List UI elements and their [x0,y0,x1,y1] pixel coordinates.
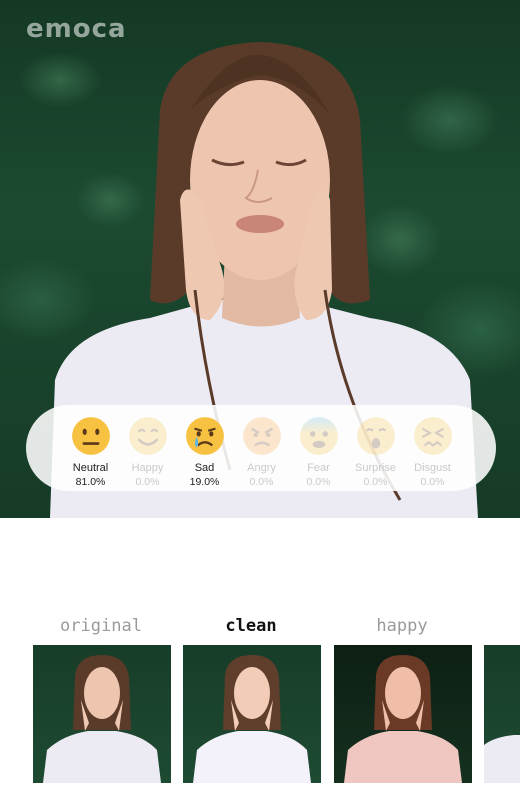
emotion-percent: 0.0% [306,476,331,488]
emotion-item-angry[interactable]: Angry 0.0% [233,405,290,488]
emotion-percent: 0.0% [363,476,388,488]
crying-face-icon [185,417,224,455]
filter-thumb-happy[interactable] [334,645,472,783]
filter-label-original[interactable]: original [26,616,176,636]
thumbnail-image [43,655,161,783]
filter-label-happy[interactable]: happy [327,616,477,636]
emotion-item-surprise[interactable]: Surprise 0.0% [347,405,404,488]
main-photo: emoca Neutral 81.0% Happy 0.0% Sad 19.0%… [0,0,520,518]
emotion-name: Sad [194,462,215,474]
app-logo: emoca [26,14,127,44]
fearful-face-icon [299,417,338,455]
filter-label-clean[interactable]: clean [176,616,326,636]
filter-thumb-original[interactable] [33,645,171,783]
thumbnail-image [193,655,311,783]
emotion-percent: 0.0% [135,476,160,488]
emotion-item-happy[interactable]: Happy 0.0% [119,405,176,488]
filter-thumb-partial[interactable] [484,645,520,783]
emotion-name: Happy [131,462,164,474]
emotion-item-sad[interactable]: Sad 19.0% [176,405,233,488]
emotion-item-neutral[interactable]: Neutral 81.0% [62,405,119,488]
emotion-percent: 19.0% [189,476,220,488]
emotion-percent: 81.0% [75,476,106,488]
filter-thumb-clean[interactable] [183,645,321,783]
emotion-name: Fear [307,462,330,474]
emotion-name: Neutral [72,462,109,474]
emotion-percent: 0.0% [249,476,274,488]
surprised-face-icon [356,417,395,455]
angry-face-icon [242,417,281,455]
emotion-name: Disgust [414,462,451,474]
emotion-name: Angry [247,462,276,474]
emotion-name: Surprise [355,462,396,474]
neutral-face-icon [71,417,110,455]
emotion-item-fear[interactable]: Fear 0.0% [290,405,347,488]
disgusted-face-icon [413,417,452,455]
emotion-item-disgust[interactable]: Disgust 0.0% [404,405,461,488]
emotion-analysis-panel: Neutral 81.0% Happy 0.0% Sad 19.0% Angry… [26,405,496,491]
emotion-percent: 0.0% [420,476,445,488]
thumbnail-image [344,655,462,783]
smiling-face-icon [128,417,167,455]
thumbnail-image [484,735,520,783]
